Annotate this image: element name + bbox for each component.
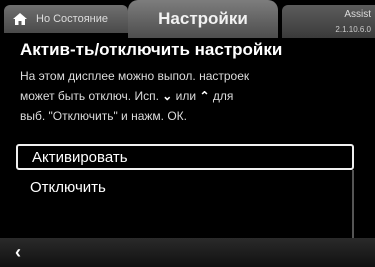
top-tab-bar: Но Состояние Настройки Assist 2.1.10.6.0 <box>0 0 375 38</box>
home-icon <box>12 12 28 26</box>
bottom-bar: ‹ <box>0 238 375 267</box>
menu-id-label: 2.1.10.6.0 <box>335 25 371 34</box>
desc-line-2-prefix: может быть отключ. Исп. <box>20 89 159 103</box>
back-icon: ‹ <box>15 241 21 262</box>
scrollbar-track <box>352 170 354 238</box>
tab-home[interactable]: Но Состояние <box>4 5 128 33</box>
tab-settings-label: Настройки <box>158 9 248 28</box>
desc-line-3: выб. "Отключить" и нажм. ОК. <box>20 109 187 123</box>
option-deactivate-label: Отключить <box>30 178 106 196</box>
options-list: Активировать Отключить <box>16 144 354 238</box>
page-title: Актив-ть/отключить настройки <box>20 40 283 59</box>
description-text: На этом дисплее можно выпол. настроек мо… <box>20 66 360 126</box>
tab-home-label: Но Состояние <box>36 13 109 25</box>
settings-screen: Но Состояние Настройки Assist 2.1.10.6.0… <box>0 0 375 267</box>
option-deactivate[interactable]: Отключить <box>16 174 354 200</box>
tab-assist-label: Assist <box>344 9 371 20</box>
chevron-up-icon: ⌃ <box>199 89 210 103</box>
desc-line-2-mid: или <box>175 89 197 103</box>
desc-line-2-suffix: для <box>212 89 234 103</box>
option-activate[interactable]: Активировать <box>16 144 354 170</box>
desc-line-1: На этом дисплее можно выпол. настроек <box>20 69 250 83</box>
option-activate-label: Активировать <box>32 148 128 166</box>
tab-assist[interactable]: Assist 2.1.10.6.0 <box>282 5 375 38</box>
chevron-down-icon: ⌄ <box>162 89 173 103</box>
back-button[interactable]: ‹ <box>6 242 30 262</box>
tab-settings[interactable]: Настройки <box>128 0 278 38</box>
desc-line-2: может быть отключ. Исп. ⌄ или ⌃ для <box>20 86 360 106</box>
